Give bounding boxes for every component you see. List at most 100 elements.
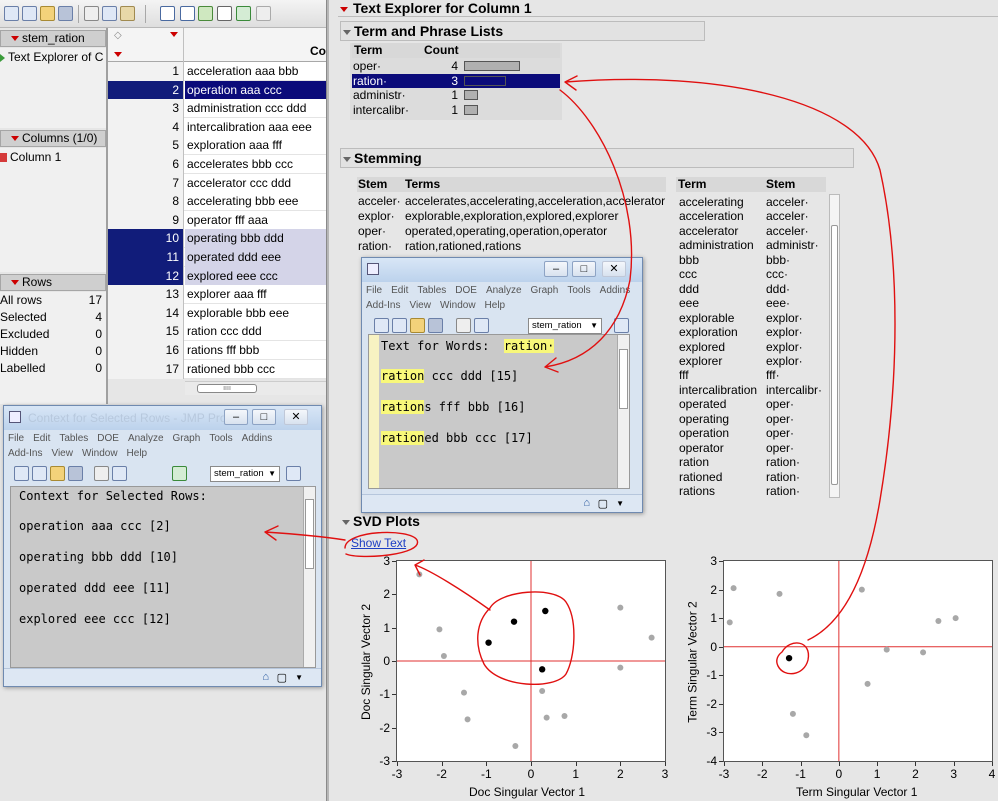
table-script-item[interactable]: Text Explorer of C [0,50,106,64]
context-window-titlebar[interactable]: Context for Selected Rows - JMP Pro – □ … [4,406,321,430]
menu-item[interactable]: DOE [455,285,477,296]
row-number[interactable]: 16 [108,341,184,360]
collapse-icon[interactable]: ◇ [114,30,122,41]
row-number[interactable]: 15 [108,322,184,342]
table-row[interactable]: 6 accelerates bbb ccc [108,155,326,174]
row-number[interactable]: 11 [108,248,184,267]
menu-item[interactable]: File [366,285,382,296]
menu-item[interactable]: Help [485,300,506,311]
row-number[interactable]: 3 [108,99,184,119]
menu-item[interactable]: Window [82,448,118,459]
new-script-icon[interactable] [392,318,407,333]
term-phrase-section-header[interactable]: Term and Phrase Lists [340,21,705,41]
menu-item[interactable]: File [8,433,24,444]
row-number[interactable]: 2 [108,80,184,100]
row-number[interactable]: 7 [108,173,184,193]
paste-icon[interactable] [120,6,135,21]
row-cell[interactable]: administration ccc ddd [185,99,326,118]
words-scroll-thumb[interactable] [619,349,628,409]
menu-item[interactable]: DOE [97,433,119,444]
term-row[interactable]: intercalibr· 1 [352,103,560,117]
table-row[interactable]: 10 operating bbb ddd [108,229,326,249]
table-row[interactable]: 16 rations fff bbb [108,341,326,360]
menu-item[interactable]: View [51,448,73,459]
row-number[interactable]: 17 [108,359,184,379]
table-row[interactable]: 17 rationed bbb ccc [108,359,326,379]
copy-icon[interactable] [112,466,127,481]
term-stem-scroll-thumb[interactable] [831,225,838,485]
menu-item[interactable]: Analyze [128,433,164,444]
show-text-link[interactable]: Show Text [351,536,406,550]
row-cell[interactable]: operated ddd eee [185,248,326,267]
row-number[interactable]: 8 [108,192,184,212]
copy-icon[interactable] [474,318,489,333]
row-menu-icon[interactable] [170,32,178,37]
row-cell[interactable]: operator fff aaa [185,211,326,230]
table-grid-icon[interactable] [160,6,175,21]
context-vertical-scrollbar[interactable] [303,487,315,667]
menu-item[interactable]: Tools [209,433,232,444]
row-cell[interactable]: rationed bbb ccc [185,360,326,379]
row-cell[interactable]: ration ccc ddd [185,322,326,341]
row-number[interactable]: 9 [108,210,184,230]
term-row[interactable]: ration· 3 [352,73,560,88]
row-number[interactable]: 12 [108,266,184,286]
open-folder-icon[interactable] [50,466,65,481]
menu-item[interactable]: Addins [242,433,273,444]
copy-icon[interactable] [102,6,117,21]
new-script-icon[interactable] [32,466,47,481]
close-button[interactable]: ✕ [602,261,626,277]
play-script-icon[interactable] [0,53,5,62]
row-number[interactable]: 14 [108,303,184,323]
menu-item[interactable]: Analyze [486,285,522,296]
column-menu-icon[interactable] [114,52,122,57]
row-cell[interactable]: accelerator ccc ddd [185,174,326,193]
column-header-col1[interactable]: Col [310,44,326,58]
new-table-icon[interactable] [14,466,29,481]
row-cell[interactable]: rations fff bbb [185,341,326,360]
menu-item[interactable]: Window [440,300,476,311]
table-row[interactable]: 7 accelerator ccc ddd [108,173,326,193]
term-stem-scrollbar[interactable] [829,194,840,498]
column-grid-icon[interactable] [180,6,195,21]
row-cell[interactable]: operating bbb ddd [185,229,326,249]
window-list-icon[interactable]: ▢ [598,497,608,510]
table-row[interactable]: 14 explorable bbb eee [108,303,326,323]
run-script-icon[interactable] [172,466,187,481]
term-row[interactable]: administr· 1 [352,88,560,102]
row-cell[interactable]: explored eee ccc [185,266,326,286]
row-number[interactable]: 5 [108,136,184,156]
menu-item[interactable]: Tables [417,285,446,296]
menu-item[interactable]: Edit [33,433,50,444]
formula-icon[interactable] [217,6,232,21]
row-number[interactable]: 6 [108,155,184,174]
table-row[interactable]: 4 intercalibration aaa eee [108,117,326,137]
maximize-button[interactable]: □ [572,261,596,277]
table-row[interactable]: 8 accelerating bbb eee [108,192,326,212]
context-table-combo[interactable]: stem_ration ▼ [210,466,280,482]
chevron-down-icon[interactable]: ▼ [616,499,624,508]
table-row[interactable]: 11 operated ddd eee [108,248,326,267]
edit-icon[interactable] [256,6,271,21]
svd-section-header[interactable]: SVD Plots [340,512,998,532]
home-icon[interactable]: ⌂ [583,497,590,509]
row-cell[interactable]: accelerating bbb eee [185,192,326,211]
column-item-1[interactable]: Column 1 [0,150,61,164]
words-text-area[interactable]: Text for Words: ration· ration ccc ddd [… [368,334,630,489]
term-svd-plot[interactable] [723,560,993,762]
new-table-icon[interactable] [374,318,389,333]
new-table-icon[interactable] [4,6,19,21]
row-cell[interactable]: operation aaa ccc [185,80,326,100]
context-scroll-thumb[interactable] [305,499,314,569]
row-cell[interactable]: exploration aaa fff [185,136,326,155]
tool-icon[interactable] [614,318,629,333]
rows-panel-header[interactable]: Rows [0,274,106,291]
table-row[interactable]: 15 ration ccc ddd [108,322,326,342]
doc-svd-plot[interactable] [396,560,666,762]
chevron-down-icon[interactable]: ▼ [295,673,303,682]
minimize-button[interactable]: – [544,261,568,277]
table-panel-header[interactable]: stem_ration [0,30,106,47]
menu-item[interactable]: Tools [567,285,590,296]
menu-item[interactable]: View [409,300,431,311]
row-number[interactable]: 1 [108,62,184,81]
